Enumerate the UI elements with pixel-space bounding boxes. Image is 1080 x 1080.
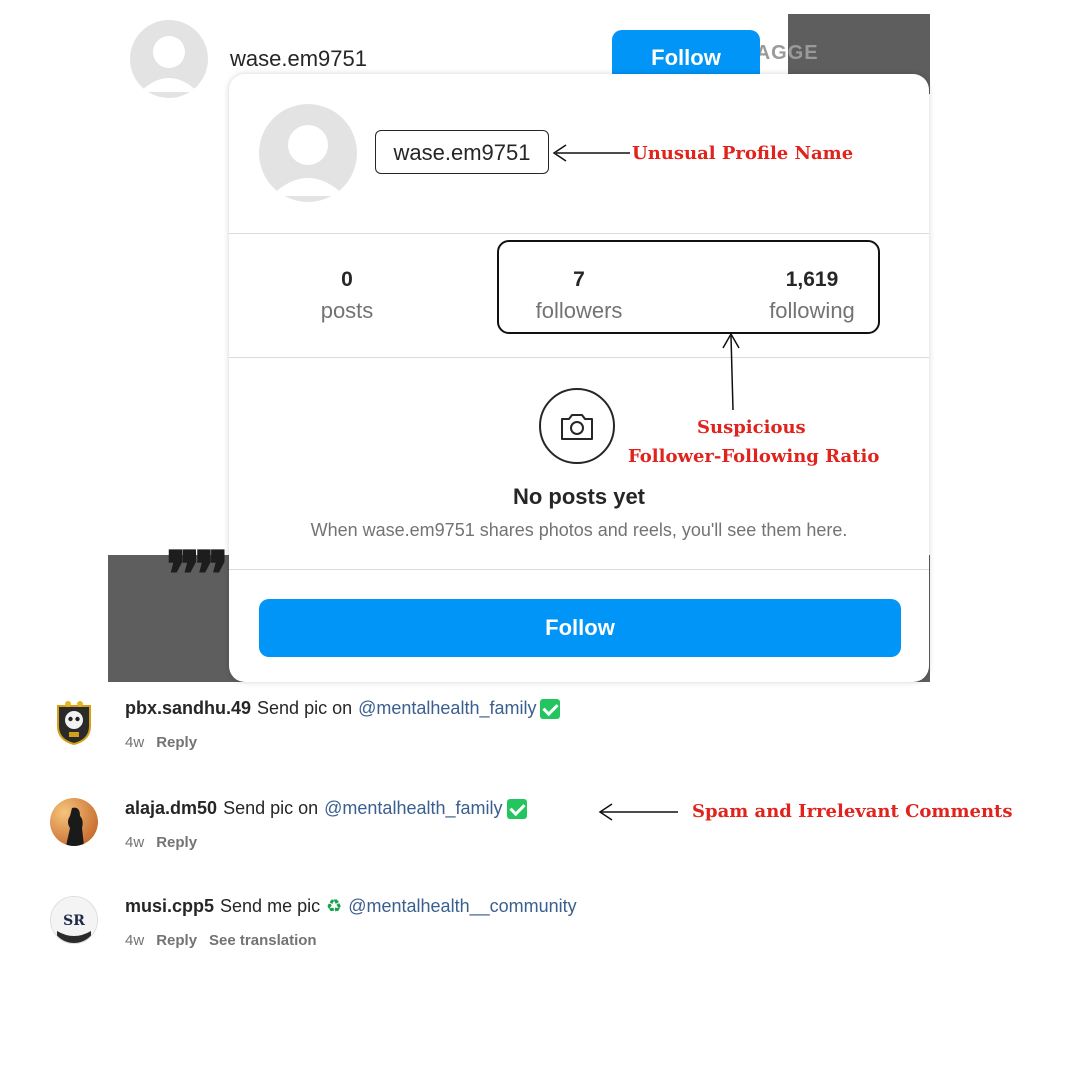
comment-username[interactable]: alaja.dm50 (125, 798, 217, 819)
silhouette-photo-icon (50, 798, 98, 846)
comment-meta: 4w Reply See translation (125, 932, 317, 949)
comment-mention[interactable]: @mentalhealth_family (324, 798, 502, 819)
annotation-ratio-line1: Suspicious (697, 417, 806, 438)
recycle-emoji-icon: ♻ (326, 896, 343, 916)
comment-body: Send pic on (257, 698, 353, 718)
comment-text: pbx.sandhu.49 Send pic on @mentalhealth_… (125, 698, 561, 719)
comment-item: alaja.dm50 Send pic on @mentalhealth_fam… (50, 798, 1050, 868)
divider (229, 569, 929, 570)
comment-time: 4w (125, 932, 145, 949)
reply-button[interactable]: Reply (156, 932, 197, 949)
stat-posts-count: 0 (341, 268, 353, 291)
see-translation-link[interactable]: See translation (209, 932, 317, 949)
commenter-avatar[interactable]: SR (50, 896, 98, 944)
default-avatar-icon (271, 125, 345, 196)
follow-button[interactable]: Follow (259, 599, 901, 657)
comment-time: 4w (125, 734, 145, 751)
reply-button[interactable]: Reply (156, 734, 197, 751)
camera-icon (539, 388, 615, 464)
comment-body: Send pic on (223, 798, 319, 818)
check-emoji-icon (540, 698, 561, 719)
ratio-highlight-box (497, 240, 880, 334)
avatar[interactable] (130, 20, 208, 98)
empty-state-title: No posts yet (512, 484, 646, 509)
comment-username[interactable]: pbx.sandhu.49 (125, 698, 251, 719)
divider (229, 233, 929, 234)
comment-text: musi.cpp5 Send me pic ♻ @mentalhealth__c… (125, 896, 577, 917)
profile-hover-card: wase.em9751 0 posts 7 followers 1,619 fo… (229, 74, 929, 682)
header-username[interactable]: wase.em9751 (230, 46, 367, 72)
annotation-profile-name: Unusual Profile Name (632, 143, 854, 164)
commenter-avatar[interactable] (50, 698, 98, 746)
commenter-avatar[interactable] (50, 798, 98, 846)
divider (229, 357, 929, 358)
comment-meta: 4w Reply (125, 734, 197, 751)
default-avatar-icon (140, 36, 198, 92)
reply-button[interactable]: Reply (156, 834, 197, 851)
profile-avatar[interactable] (259, 104, 357, 202)
quote-mark-icon: ❞❞ (166, 538, 229, 613)
annotation-ratio-line2: Follower-Following Ratio (628, 446, 880, 467)
stat-posts-label: posts (320, 298, 374, 323)
check-emoji-icon (506, 798, 527, 819)
comment-item: pbx.sandhu.49 Send pic on @mentalhealth_… (50, 698, 1050, 768)
comment-meta: 4w Reply (125, 834, 197, 851)
comment-username[interactable]: musi.cpp5 (125, 896, 214, 917)
comment-time: 4w (125, 834, 145, 851)
profile-username[interactable]: wase.em9751 (375, 130, 549, 174)
stat-posts: 0 posts (287, 268, 407, 324)
empty-state-subtitle: When wase.em9751 shares photos and reels… (310, 520, 848, 540)
svg-text:SR: SR (63, 913, 85, 929)
comment-item: SR musi.cpp5 Send me pic ♻ @mentalhealth… (50, 896, 1050, 966)
comment-mention[interactable]: @mentalhealth_family (358, 698, 536, 719)
comment-mention[interactable]: @mentalhealth__community (348, 896, 576, 917)
skull-badge-icon (57, 701, 91, 746)
comment-text: alaja.dm50 Send pic on @mentalhealth_fam… (125, 798, 527, 819)
comment-body: Send me pic (220, 896, 321, 916)
monogram-logo-icon: SR (51, 897, 97, 943)
